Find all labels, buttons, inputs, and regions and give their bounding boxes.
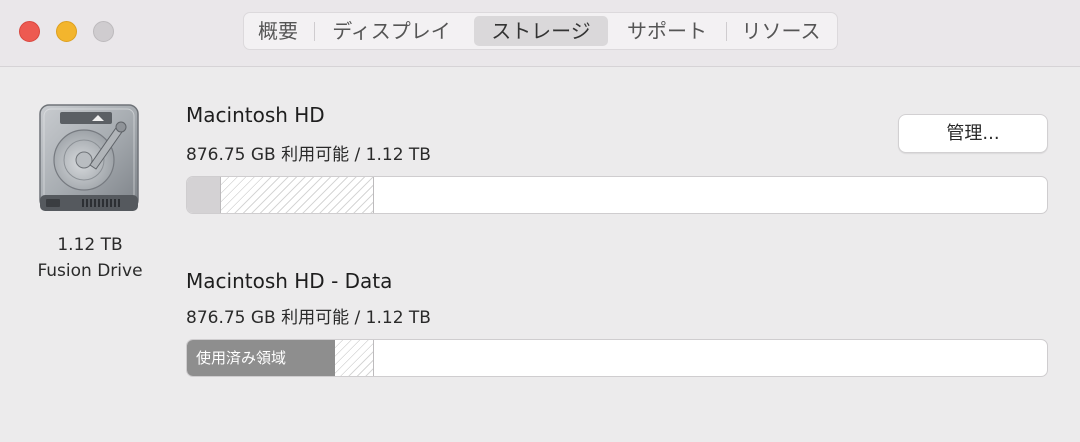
tab-support[interactable]: サポート	[615, 16, 719, 46]
tab-storage[interactable]: ストレージ	[474, 16, 608, 46]
about-this-mac-window: 概要 ディスプレイ ストレージ サポート リソース 1.12 TB Fusion…	[0, 0, 1080, 442]
zoom-window-button[interactable]	[93, 21, 114, 42]
drive-type: Fusion Drive	[37, 261, 143, 281]
tab-overview[interactable]: 概要	[249, 16, 307, 46]
manage-button[interactable]: 管理...	[898, 114, 1048, 153]
volume-available: 876.75 GB 利用可能 / 1.12 TB	[186, 145, 431, 165]
tab-divider	[314, 22, 315, 41]
volume-name: Macintosh HD	[186, 103, 325, 127]
minimize-window-button[interactable]	[56, 21, 77, 42]
system-segment	[187, 177, 221, 213]
purgeable-segment	[221, 177, 374, 213]
tab-divider	[726, 22, 727, 41]
volume-available: 876.75 GB 利用可能 / 1.12 TB	[186, 308, 431, 328]
close-window-button[interactable]	[19, 21, 40, 42]
volume-name: Macintosh HD - Data	[186, 269, 393, 293]
storage-usage-bar: 使用済み領域	[186, 339, 1048, 377]
tab-resources[interactable]: リソース	[731, 16, 831, 46]
drive-capacity: 1.12 TB	[57, 235, 123, 255]
title-bar: 概要 ディスプレイ ストレージ サポート リソース	[0, 0, 1080, 67]
storage-usage-bar	[186, 176, 1048, 214]
used-space-segment: 使用済み領域	[187, 340, 335, 376]
tab-bar: 概要 ディスプレイ ストレージ サポート リソース	[243, 12, 838, 50]
storage-pane: 1.12 TB Fusion Drive Macintosh HD 876.75…	[0, 67, 1080, 442]
purgeable-segment	[335, 340, 374, 376]
hard-drive-icon	[39, 104, 139, 211]
tab-displays[interactable]: ディスプレイ	[319, 16, 464, 46]
